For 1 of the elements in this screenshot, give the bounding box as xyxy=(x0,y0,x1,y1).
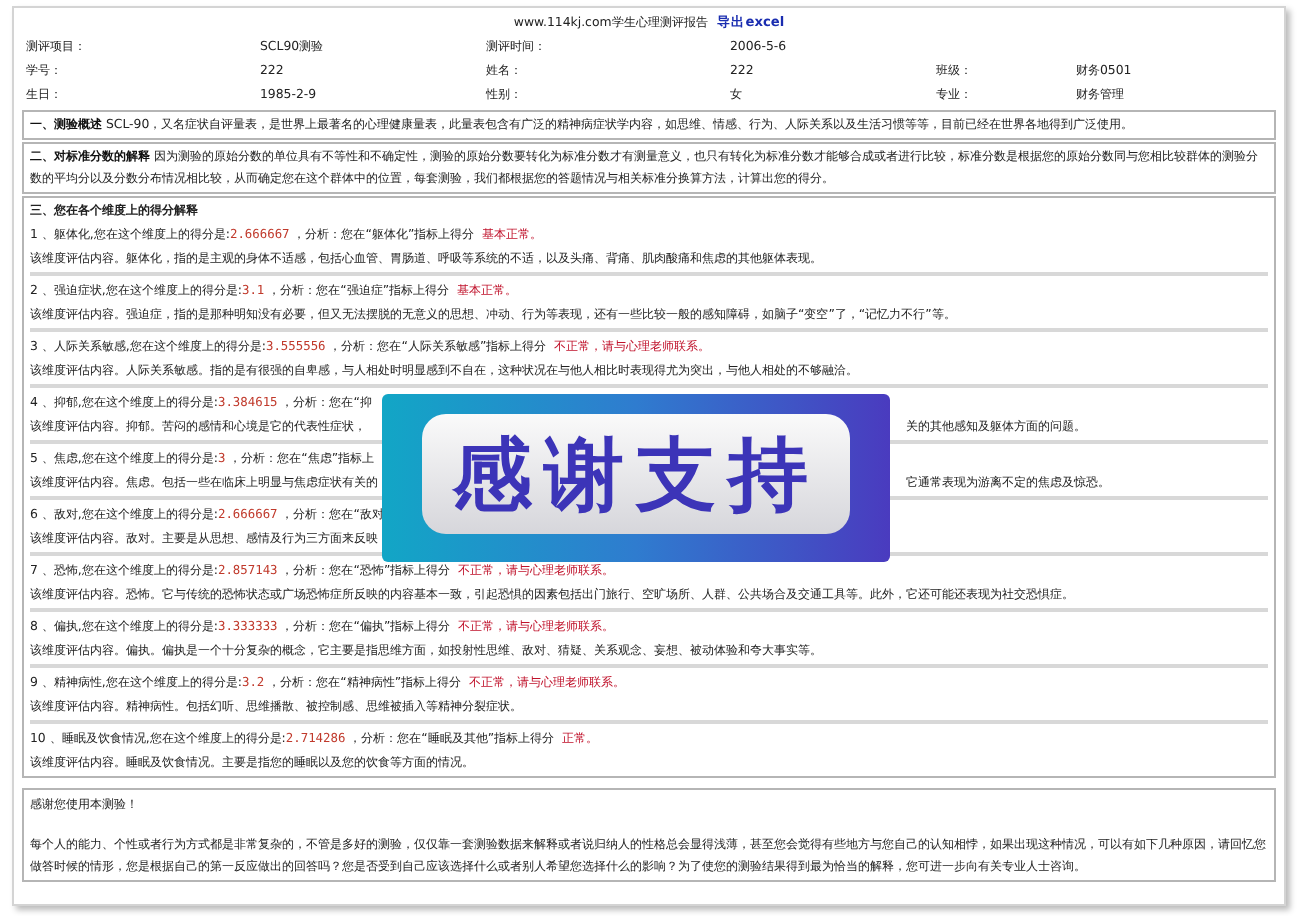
banner-label: 感谢支持 xyxy=(422,414,850,534)
